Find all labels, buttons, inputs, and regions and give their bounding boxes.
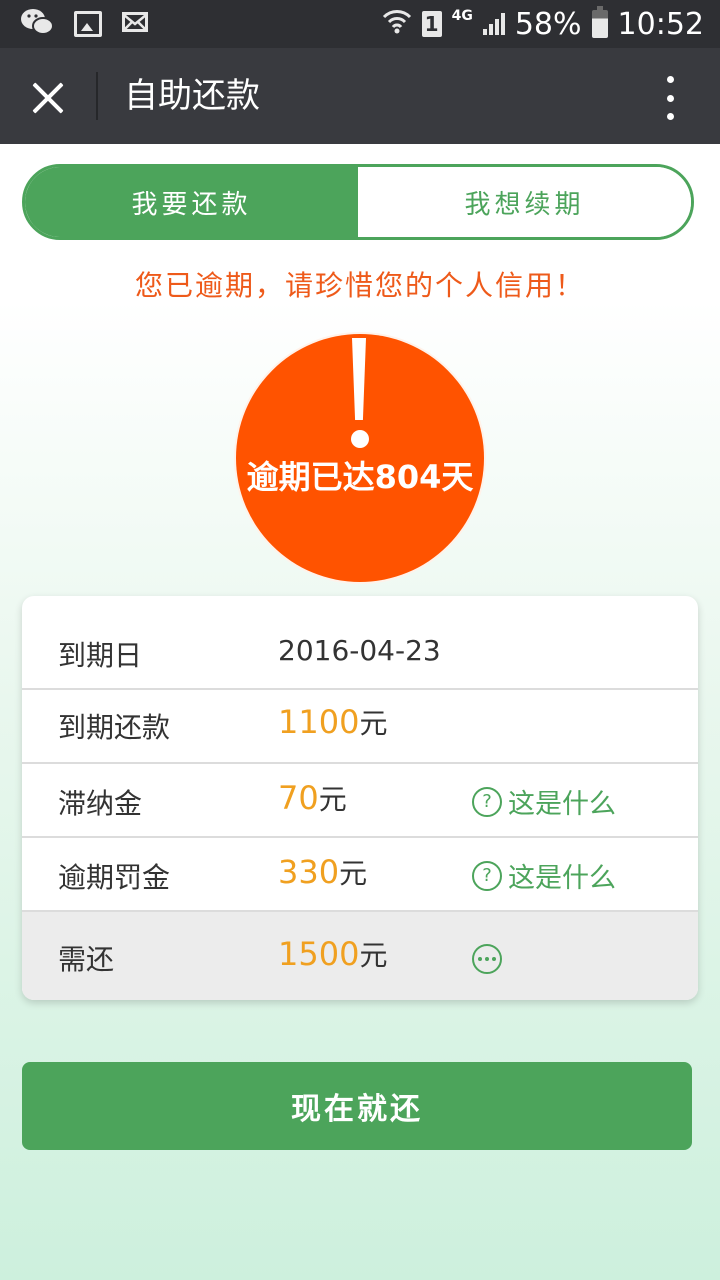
network-type: 4G [451, 8, 473, 24]
penalty-value: 330元 [278, 852, 367, 892]
late-fee-help-link[interactable]: ? 这是什么 [472, 782, 616, 821]
penalty-unit: 元 [339, 857, 368, 890]
penalty-number: 330 [278, 853, 340, 891]
overdue-badge: 逾期已达804天 [236, 334, 484, 582]
due-amount-number: 1100 [278, 703, 360, 741]
overdue-days-text: 逾期已达804天 [246, 458, 474, 496]
repay-renew-toggle: 我要还款 我想续期 [22, 164, 694, 240]
total-label: 需还 [58, 943, 115, 976]
late-fee-help-text: 这是什么 [508, 789, 616, 820]
due-amount-row: 到期还款 1100元 [22, 690, 698, 764]
penalty-help-text: 这是什么 [508, 863, 616, 894]
penalty-help-link[interactable]: ? 这是什么 [472, 856, 616, 895]
late-fee-value: 70元 [278, 778, 347, 818]
question-circle-icon: ? [472, 860, 502, 891]
image-icon [74, 11, 102, 37]
sim-icon: 1 [421, 11, 442, 37]
more-details-icon[interactable] [472, 944, 502, 974]
page-title: 自助还款 [124, 76, 260, 116]
signal-icon [482, 13, 505, 35]
more-menu-icon[interactable] [660, 76, 680, 120]
clock: 10:52 [617, 6, 704, 42]
total-unit: 元 [359, 939, 388, 972]
penalty-row: 逾期罚金 330元 ? 这是什么 [22, 838, 698, 912]
close-icon[interactable] [24, 74, 72, 118]
total-value: 1500元 [278, 934, 387, 974]
tab-renew[interactable]: 我想续期 [358, 167, 691, 237]
late-fee-row: 滞纳金 70元 ? 这是什么 [22, 764, 698, 838]
due-date-row: 到期日 2016-04-23 [22, 596, 698, 690]
total-number: 1500 [278, 935, 360, 973]
late-fee-unit: 元 [318, 783, 347, 816]
tab-repay[interactable]: 我要还款 [25, 167, 358, 237]
question-circle-icon: ? [472, 786, 502, 817]
overdue-warning: 您已逾期，请珍惜您的个人信用！ [134, 269, 585, 302]
exclamation-dot [351, 430, 369, 448]
exclamation-icon [352, 338, 366, 420]
status-bar: 1 4G 58% 10:52 [0, 0, 720, 48]
late-fee-number: 70 [278, 779, 319, 817]
wechat-icon [20, 7, 54, 41]
repayment-details-card: 到期日 2016-04-23 到期还款 1100元 滞纳金 70元 ? 这是什么 … [22, 596, 698, 1000]
late-fee-label: 滞纳金 [58, 787, 143, 820]
due-date-value: 2016-04-23 [278, 634, 441, 667]
mail-icon [122, 12, 148, 36]
nav-bar: 自助还款 [0, 48, 720, 144]
pay-now-button[interactable]: 现在就还 [22, 1062, 692, 1150]
due-amount-value: 1100元 [278, 702, 387, 742]
penalty-label: 逾期罚金 [58, 861, 171, 894]
total-row: 需还 1500元 [22, 912, 698, 1000]
battery-icon [591, 6, 608, 38]
wifi-icon [382, 7, 412, 42]
due-amount-label: 到期还款 [58, 711, 171, 744]
nav-divider [96, 72, 98, 120]
due-date-label: 到期日 [58, 639, 143, 672]
battery-percent: 58% [514, 6, 582, 42]
due-amount-unit: 元 [359, 707, 388, 740]
